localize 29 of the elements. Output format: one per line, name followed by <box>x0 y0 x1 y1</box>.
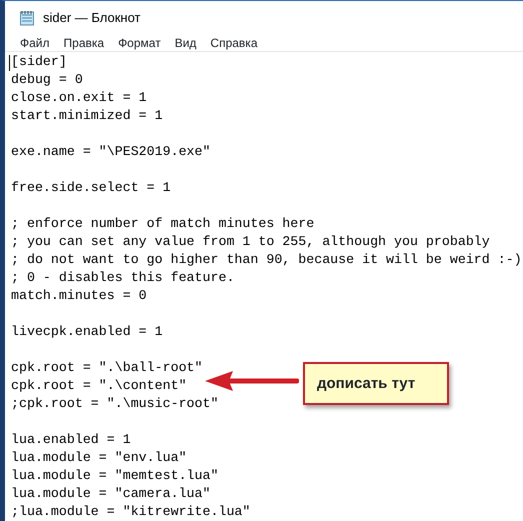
text-line: lua.module = "memtest.lua" <box>11 467 218 485</box>
menu-item[interactable]: Файл <box>13 34 57 52</box>
text-line: exe.name = "\PES2019.exe" <box>11 143 210 161</box>
text-line: ; enforce number of match minutes here <box>11 215 314 233</box>
text-line: ; you can set any value from 1 to 255, although you probably <box>11 233 490 251</box>
text-line: close.on.exit = 1 <box>11 89 147 107</box>
text-line: lua.module = "env.lua" <box>11 449 187 467</box>
callout-note: дописать тут <box>303 362 449 405</box>
text-line: free.side.select = 1 <box>11 179 171 197</box>
text-line: cpk.root = ".\ball-root" <box>11 359 203 377</box>
menu-item[interactable]: Правка <box>56 34 112 52</box>
text-line: match.minutes = 0 <box>11 287 147 305</box>
text-line: ; 0 - disables this feature. <box>11 269 234 287</box>
text-line: ;cpk.root = ".\music-root" <box>11 395 218 413</box>
text-line: start.minimized = 1 <box>11 107 163 125</box>
text-line: ;lua.module = "kitrewrite.lua" <box>11 503 250 521</box>
text-line: ; do not want to go higher than 90, because it will be weird :-) <box>11 251 522 269</box>
text-line: livecpk.enabled = 1 <box>11 323 163 341</box>
text-line: lua.enabled = 1 <box>11 431 131 449</box>
menu-item[interactable]: Формат <box>111 34 168 52</box>
text-line: [sider] <box>11 53 67 71</box>
menu-item[interactable]: Справка <box>203 34 264 52</box>
text-cursor <box>9 55 10 71</box>
menu-item[interactable]: Вид <box>168 34 204 52</box>
notepad-icon <box>19 10 35 26</box>
text-line: cpk.root = ".\content" <box>11 377 187 395</box>
window-title: sider — Блокнот <box>43 9 141 28</box>
text-line: debug = 0 <box>11 71 83 89</box>
text-line: lua.module = "camera.lua" <box>11 485 210 503</box>
